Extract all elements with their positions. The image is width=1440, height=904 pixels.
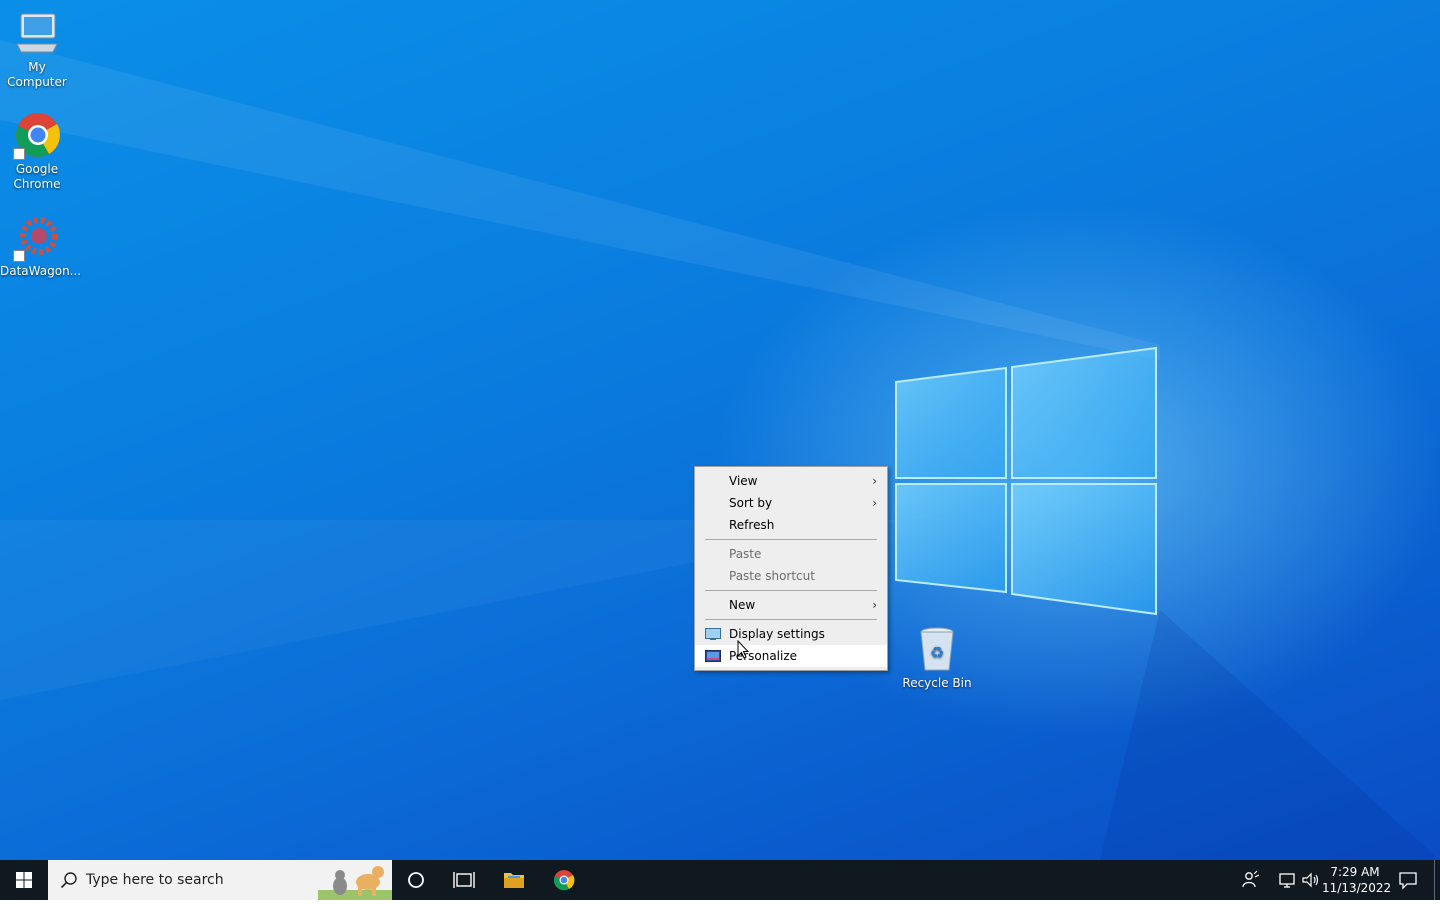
show-desktop-button[interactable] [1434, 860, 1435, 900]
shortcut-arrow-icon [13, 148, 25, 160]
windows-start-icon [16, 872, 32, 888]
clock-date: 11/13/2022 [1322, 881, 1392, 895]
file-explorer-taskbar-button[interactable] [490, 860, 538, 900]
file-explorer-icon [504, 873, 524, 888]
menu-item-display-settings[interactable]: Display settings [695, 623, 887, 645]
chevron-right-icon: › [872, 598, 877, 612]
people-icon[interactable] [1240, 870, 1260, 890]
desktop[interactable]: My Computer Google Chrome DataWagon... ♻… [0, 0, 1440, 860]
menu-item-personalize[interactable]: Personalize [695, 645, 887, 667]
desktop-context-menu: View › Sort by › Refresh Paste Paste sho… [694, 466, 888, 671]
desktop-icon-recycle-bin[interactable]: ♻ Recycle Bin [900, 626, 974, 691]
search-icon [60, 872, 77, 889]
menu-item-paste: Paste [695, 543, 887, 565]
desktop-icon-label: Recycle Bin [902, 676, 972, 690]
recycle-bin-icon: ♻ [913, 626, 961, 674]
menu-item-label: Display settings [729, 627, 825, 641]
svg-text:♻: ♻ [930, 643, 944, 662]
taskbar-search-box[interactable] [48, 860, 392, 900]
mouse-cursor-icon [737, 640, 749, 659]
desktop-icon-label: DataWagon... [0, 264, 82, 278]
desktop-icon-label: Computer [7, 75, 67, 89]
menu-item-label: Paste shortcut [729, 569, 815, 583]
menu-separator [705, 539, 877, 540]
menu-item-label: Refresh [729, 518, 775, 532]
desktop-icon-google-chrome[interactable]: Google Chrome [0, 112, 74, 192]
task-view-button[interactable] [440, 860, 488, 900]
start-button[interactable] [0, 860, 48, 900]
menu-item-label: Sort by [729, 496, 773, 510]
chevron-right-icon: › [872, 496, 877, 510]
menu-item-paste-shortcut: Paste shortcut [695, 565, 887, 587]
windows-logo-wallpaper [895, 346, 1157, 616]
cortana-icon [408, 872, 424, 888]
display-icon [705, 628, 721, 640]
task-view-icon [453, 872, 475, 888]
chrome-icon [13, 112, 61, 160]
wallpaper-light-beams [0, 40, 1440, 860]
datawagon-icon [13, 214, 61, 262]
desktop-icon-my-computer[interactable]: My Computer [0, 10, 74, 90]
cortana-button[interactable] [392, 860, 440, 900]
personalize-icon [705, 650, 721, 662]
desktop-icon-label: My [28, 60, 46, 74]
volume-icon[interactable] [1300, 870, 1320, 890]
taskbar-clock[interactable]: 7:29 AM 11/13/2022 [1322, 864, 1392, 896]
menu-item-refresh[interactable]: Refresh [695, 514, 887, 536]
desktop-icon-label: Chrome [13, 177, 61, 191]
notifications-icon[interactable] [1398, 870, 1418, 890]
taskbar: 7:29 AM 11/13/2022 [0, 860, 1440, 900]
menu-item-label: Paste [729, 547, 762, 561]
network-icon[interactable] [1277, 870, 1297, 890]
menu-item-label: View [729, 474, 758, 488]
chrome-taskbar-button[interactable] [540, 860, 588, 900]
menu-separator [705, 619, 877, 620]
shortcut-arrow-icon [13, 250, 25, 262]
chevron-right-icon: › [872, 474, 877, 488]
menu-item-view[interactable]: View › [695, 470, 887, 492]
menu-separator [705, 590, 877, 591]
search-highlight-illustration-icon [318, 866, 392, 900]
desktop-icon-datawagon[interactable]: DataWagon... [0, 214, 82, 279]
desktop-icon-label: Google [15, 162, 59, 176]
computer-icon [13, 10, 61, 58]
menu-item-new[interactable]: New › [695, 594, 887, 616]
menu-item-label: New [729, 598, 756, 612]
menu-item-sort-by[interactable]: Sort by › [695, 492, 887, 514]
clock-time: 7:29 AM [1330, 865, 1380, 879]
search-input[interactable] [86, 860, 326, 900]
chrome-icon [554, 870, 575, 891]
